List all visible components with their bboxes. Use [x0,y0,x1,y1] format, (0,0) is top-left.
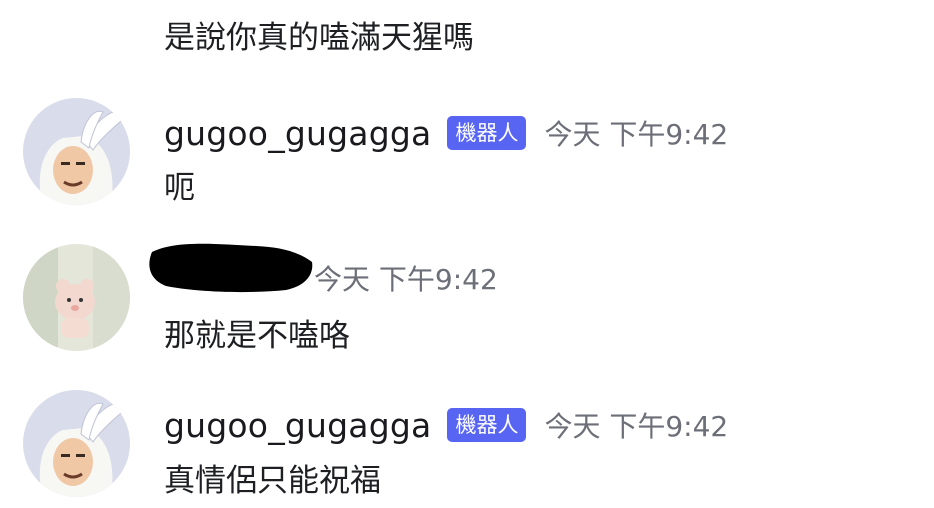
timestamp[interactable]: 今天 下午9:42 [544,113,728,153]
message-header: gugoo_gugagga 機器人 今天 下午9:42 [164,111,728,155]
timestamp[interactable]: 今天 下午9:42 [544,405,728,445]
message-text: 呃 [164,170,195,206]
bot-avatar[interactable] [23,390,130,497]
bot-tag: 機器人 [447,408,527,442]
bot-avatar[interactable] [23,98,130,205]
message-text: 那就是不嗑咯 [164,318,350,354]
message-text: 是說你真的嗑滿天猩嗎 [164,20,474,56]
username[interactable]: gugoo_gugagga [164,114,431,153]
redaction-mark [149,243,313,293]
message-text: 真情侶只能祝福 [164,463,381,499]
user-avatar[interactable] [23,244,130,351]
timestamp[interactable]: 今天 下午9:42 [314,258,498,298]
bot-tag: 機器人 [447,116,527,150]
message-header: gugoo_gugagga 機器人 今天 下午9:42 [164,403,728,447]
username[interactable]: gugoo_gugagga [164,406,431,445]
